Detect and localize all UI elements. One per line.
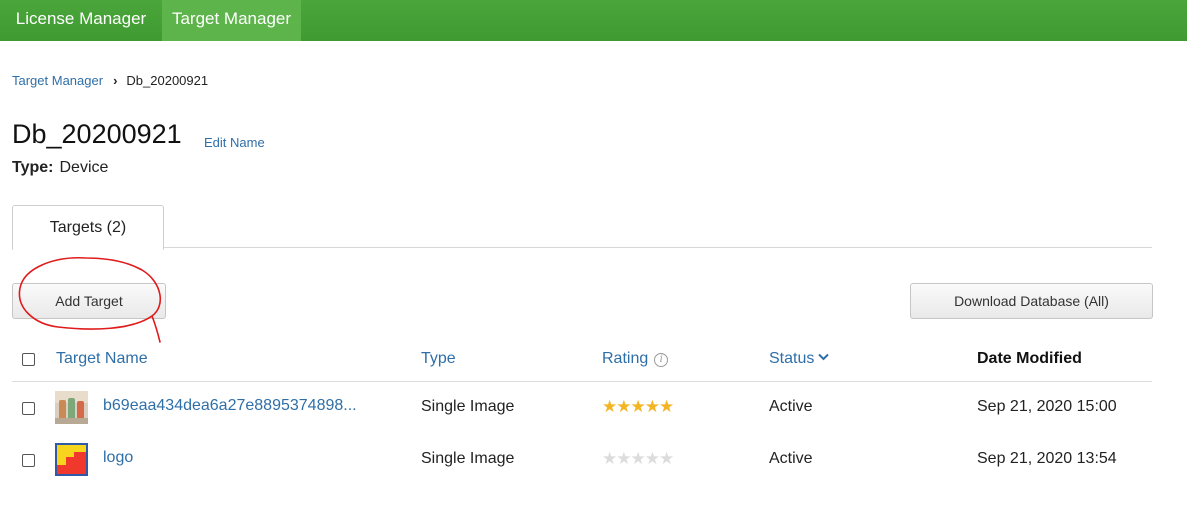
target-thumbnail-image[interactable]: [55, 391, 88, 424]
column-header-type[interactable]: Type: [421, 350, 456, 368]
row-checkbox[interactable]: [22, 454, 35, 467]
select-all-checkbox[interactable]: [22, 353, 35, 366]
rating-stars: ★★★★★: [602, 397, 674, 417]
target-date-modified: Sep 21, 2020 13:54: [977, 450, 1117, 467]
star-filled-icon: ★: [630, 397, 646, 416]
target-type: Single Image: [421, 398, 515, 415]
chevron-down-icon: [818, 353, 830, 361]
top-nav-bar: License Manager Target Manager: [0, 0, 1187, 41]
column-header-date-modified[interactable]: Date Modified: [977, 350, 1082, 368]
star-filled-icon: ★: [659, 397, 674, 416]
star-empty-icon: ★: [644, 449, 660, 468]
tab-targets[interactable]: Targets (2): [12, 205, 164, 250]
page-title: Db_20200921: [12, 119, 182, 149]
breadcrumb-target-manager-link[interactable]: Target Manager: [12, 73, 103, 88]
star-empty-icon: ★: [659, 449, 674, 468]
status-header-label: Status: [769, 350, 815, 367]
star-filled-icon: ★: [602, 397, 617, 416]
nav-license-manager[interactable]: License Manager: [0, 0, 162, 41]
column-header-status[interactable]: Status: [769, 350, 830, 368]
target-name-link[interactable]: logo: [103, 449, 133, 467]
tab-divider: [12, 247, 1152, 248]
star-empty-icon: ★: [616, 449, 631, 468]
column-header-rating[interactable]: Rating i: [602, 350, 669, 368]
header-divider: [12, 381, 1152, 382]
row-checkbox[interactable]: [22, 402, 35, 415]
breadcrumb-current: Db_20200921: [126, 73, 209, 88]
rating-header-label: Rating: [602, 350, 649, 367]
star-empty-icon: ★: [602, 449, 617, 468]
database-type: Type: Device: [12, 159, 108, 177]
nav-target-manager[interactable]: Target Manager: [162, 0, 301, 41]
logo-thumbnail-image[interactable]: [55, 443, 88, 476]
info-icon[interactable]: i: [654, 353, 669, 367]
star-filled-icon: ★: [644, 397, 660, 416]
target-status: Active: [769, 398, 813, 415]
target-name-link[interactable]: b69eaa434dea6a27e8895374898...: [103, 397, 357, 415]
add-target-button[interactable]: Add Target: [12, 283, 166, 319]
edit-name-link[interactable]: Edit Name: [204, 135, 265, 150]
target-status: Active: [769, 450, 813, 467]
target-date-modified: Sep 21, 2020 15:00: [977, 398, 1117, 415]
chevron-right-icon: ›: [113, 73, 118, 88]
download-database-button[interactable]: Download Database (All): [910, 283, 1153, 319]
target-type: Single Image: [421, 450, 515, 467]
star-empty-icon: ★: [630, 449, 646, 468]
type-value: Device: [59, 159, 109, 176]
star-filled-icon: ★: [616, 397, 631, 416]
breadcrumb: Target Manager › Db_20200921: [12, 73, 208, 88]
column-header-target-name[interactable]: Target Name: [56, 350, 148, 368]
type-label: Type:: [12, 159, 54, 176]
rating-stars: ★★★★★: [602, 449, 674, 469]
